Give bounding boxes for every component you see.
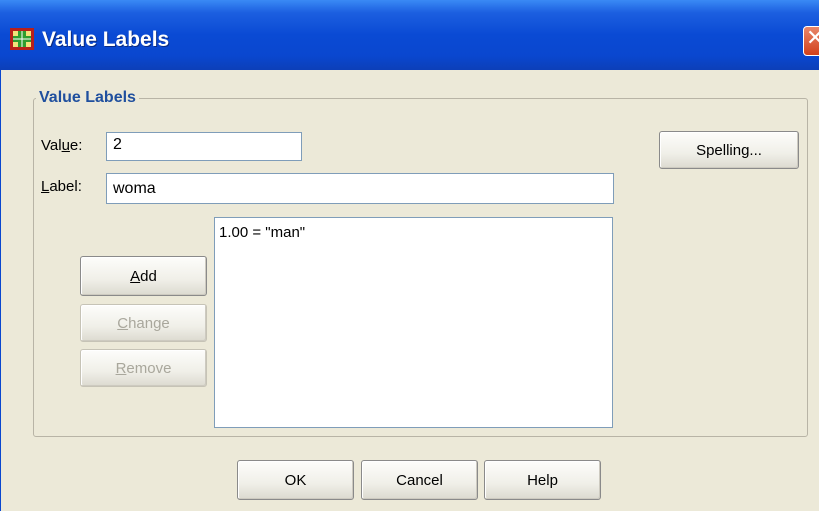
- label-input[interactable]: woma: [106, 173, 614, 204]
- close-icon: ✕: [806, 26, 819, 51]
- value-label: Value:: [41, 137, 83, 154]
- title-bar[interactable]: Value Labels ✕: [0, 0, 819, 70]
- change-button[interactable]: Change: [80, 304, 207, 342]
- list-item[interactable]: 1.00 = "man": [219, 224, 608, 241]
- value-labels-list[interactable]: 1.00 = "man": [214, 217, 613, 428]
- help-button[interactable]: Help: [484, 460, 601, 500]
- add-button[interactable]: Add: [80, 256, 207, 296]
- remove-button[interactable]: Remove: [80, 349, 207, 387]
- window-title: Value Labels: [42, 28, 170, 51]
- group-legend: Value Labels: [36, 89, 139, 107]
- value-input[interactable]: 2: [106, 132, 302, 161]
- close-button[interactable]: ✕: [803, 26, 819, 56]
- spss-data-icon: [10, 28, 34, 50]
- ok-button[interactable]: OK: [237, 460, 354, 500]
- label-label: Label:: [41, 178, 82, 195]
- spelling-button[interactable]: Spelling...: [659, 131, 799, 169]
- cancel-button[interactable]: Cancel: [361, 460, 478, 500]
